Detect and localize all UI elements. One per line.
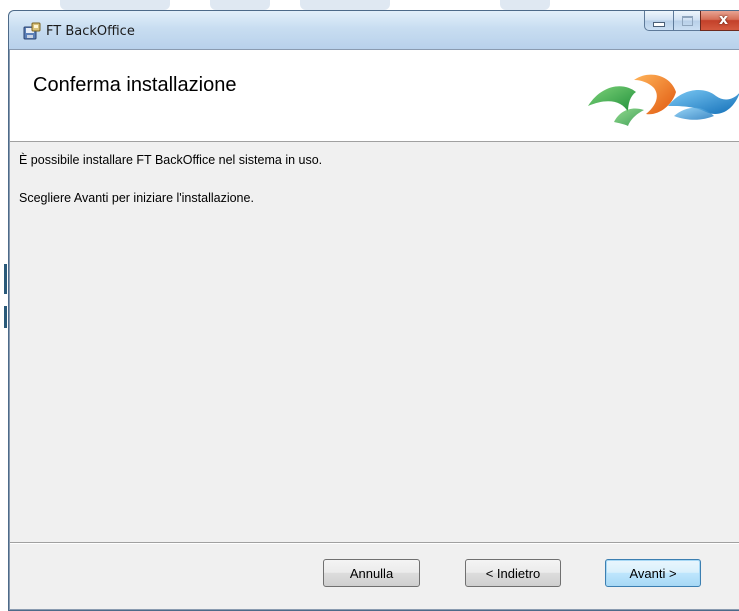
caption-buttons: x [644, 11, 739, 33]
cancel-button[interactable]: Annulla [323, 559, 420, 587]
installer-disk-icon [23, 22, 41, 40]
minimize-button[interactable] [644, 11, 673, 31]
close-icon: x [718, 12, 729, 28]
header-banner: Conferma installazione [10, 50, 739, 142]
footer-separator [10, 542, 739, 544]
desktop-decoration [210, 0, 270, 10]
desktop-edge-mark [4, 306, 7, 328]
maximize-icon [681, 15, 693, 26]
desktop-edge-mark [4, 264, 7, 294]
instruction-text: Scegliere Avanti per iniziare l'installa… [19, 191, 254, 205]
minimize-icon [653, 21, 665, 27]
desktop-decoration [60, 0, 170, 10]
close-button[interactable]: x [700, 11, 739, 31]
desktop-left-edge [0, 14, 8, 611]
maximize-button[interactable] [673, 11, 700, 31]
installer-window: FT BackOffice x Conferma installazione È… [8, 10, 739, 611]
desktop-decoration [500, 0, 550, 10]
desktop-decoration [300, 0, 390, 10]
next-button[interactable]: Avanti > [605, 559, 701, 587]
page-title: Conferma installazione [33, 74, 237, 96]
title-bar[interactable]: FT BackOffice x [9, 11, 739, 49]
install-ready-text: È possibile installare FT BackOffice nel… [19, 153, 323, 167]
window-title: FT BackOffice [46, 24, 135, 39]
back-button[interactable]: < Indietro [465, 559, 561, 587]
dialog-client-area: Conferma installazione È possibile insta… [9, 49, 739, 610]
wave-logo-icon [588, 74, 739, 126]
